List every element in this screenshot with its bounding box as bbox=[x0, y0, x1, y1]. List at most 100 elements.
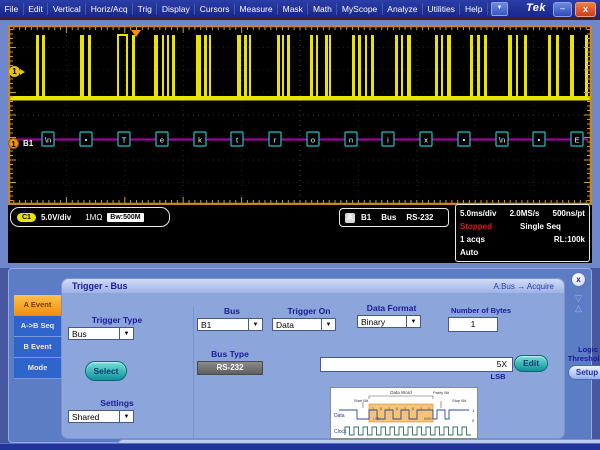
close-icon: x bbox=[583, 4, 588, 14]
trigger-position-marker[interactable] bbox=[131, 30, 141, 37]
acq-state: Stopped bbox=[460, 220, 492, 233]
scroll-down-icon[interactable]: ▽ bbox=[575, 293, 582, 303]
diagram-low-label: 0 bbox=[472, 418, 475, 423]
bus-readout[interactable]: A B1 Bus RS-232 bbox=[339, 208, 449, 227]
scroll-arrows[interactable]: ▽ △ bbox=[575, 293, 582, 313]
channel1-marker[interactable]: 1 bbox=[9, 66, 20, 77]
acq-mode: Single Seq bbox=[520, 220, 561, 233]
menu-item-trig[interactable]: Trig bbox=[133, 3, 157, 15]
dialog-tabs: A EventA->B SeqB EventMode bbox=[14, 295, 61, 379]
data-word-label: Data Word bbox=[390, 390, 412, 395]
data-word-bracket bbox=[369, 396, 433, 399]
acq-count: 1 acqs bbox=[460, 233, 485, 246]
bus-decoded-char: • bbox=[80, 132, 92, 146]
menu-item-measure[interactable]: Measure bbox=[235, 3, 278, 15]
tab-mode[interactable]: Mode bbox=[14, 358, 61, 379]
dialog-context-path: A:Bus → Acquire bbox=[494, 282, 554, 291]
start-bit-label: Start Bit bbox=[354, 398, 369, 403]
divider bbox=[193, 307, 194, 439]
diagram-high-label: 1 bbox=[472, 408, 475, 413]
tab-aevent[interactable]: A Event bbox=[14, 295, 61, 316]
menu-item-help[interactable]: Help bbox=[460, 3, 487, 15]
menu-item-utilities[interactable]: Utilities bbox=[423, 3, 460, 15]
select-button[interactable]: Select bbox=[85, 361, 127, 381]
pattern-field[interactable]: 5X bbox=[320, 357, 513, 372]
clock-waveform bbox=[345, 427, 471, 435]
edit-button[interactable]: Edit bbox=[514, 355, 548, 372]
parity-bit-label: Parity Bit bbox=[433, 390, 450, 395]
chevron-down-icon: ▼ bbox=[249, 318, 263, 331]
trigger-type-dropdown[interactable]: Bus ▼ bbox=[68, 327, 134, 340]
channel1-readout[interactable]: C1 5.0V/div 1MΩ Bw:500M bbox=[10, 207, 170, 227]
timebase: 5.0ms/div bbox=[460, 207, 496, 220]
setup-button[interactable]: Setup bbox=[568, 365, 600, 380]
oscilloscope-screen: FileEditVerticalHoriz/AcqTrigDisplayCurs… bbox=[0, 0, 600, 450]
close-button[interactable]: x bbox=[575, 2, 596, 17]
menu-item-mask[interactable]: Mask bbox=[278, 3, 308, 15]
bus-decoded-char: • bbox=[533, 132, 545, 146]
trigger-on-value: Data bbox=[272, 318, 322, 331]
data-format-dropdown[interactable]: Binary ▼ bbox=[357, 315, 421, 328]
dialog-titlebar: Trigger - Bus A:Bus → Acquire bbox=[62, 279, 564, 293]
bus-decoded-char: i bbox=[382, 132, 394, 146]
trigger-on-dropdown[interactable]: Data ▼ bbox=[272, 318, 336, 331]
trigger-type-value: Bus bbox=[68, 327, 120, 340]
scroll-up-icon[interactable]: △ bbox=[575, 303, 582, 313]
logic-label: Logic bbox=[558, 345, 600, 354]
menu-item-file[interactable]: File bbox=[0, 3, 24, 15]
dialog-close-button[interactable]: x bbox=[571, 272, 586, 287]
tab-bevent[interactable]: B Event bbox=[14, 337, 61, 358]
menu-item-cursors[interactable]: Cursors bbox=[195, 3, 235, 15]
bus-label: Bus bbox=[197, 306, 267, 316]
trigger-type-label: Trigger Type bbox=[72, 315, 162, 325]
acquisition-readout[interactable]: 5.0ms/div 2.0MS/s 500ns/pt Stopped Singl… bbox=[455, 204, 590, 262]
tab-abseq[interactable]: A->B Seq bbox=[14, 316, 61, 337]
svg-text:e: e bbox=[160, 136, 164, 145]
bottom-strip bbox=[0, 443, 600, 450]
menu-item-vertical[interactable]: Vertical bbox=[48, 3, 86, 15]
svg-text:E: E bbox=[574, 136, 579, 145]
settings-label: Settings bbox=[72, 398, 162, 408]
chevron-down-icon: ▼ bbox=[120, 327, 134, 340]
settings-value: Shared bbox=[68, 410, 120, 423]
bus-decoded-char: e bbox=[156, 132, 168, 146]
chevron-down-icon: ▼ bbox=[322, 318, 336, 331]
menu-item-math[interactable]: Math bbox=[308, 3, 337, 15]
minimize-button[interactable]: – bbox=[553, 2, 572, 17]
dialog-title: Trigger - Bus bbox=[72, 281, 128, 291]
menu-item-myscope[interactable]: MyScope bbox=[337, 3, 382, 15]
resolution: 500ns/pt bbox=[553, 207, 585, 220]
menu-item-horizacq[interactable]: Horiz/Acq bbox=[86, 3, 133, 15]
menu-overflow-button[interactable]: ▼ bbox=[491, 2, 508, 16]
bus-decoded-char: • bbox=[458, 132, 470, 146]
menu-item-display[interactable]: Display bbox=[157, 3, 195, 15]
settings-dropdown[interactable]: Shared ▼ bbox=[68, 410, 134, 423]
svg-text:•: • bbox=[463, 136, 466, 145]
trigger-on-label: Trigger On bbox=[274, 306, 344, 316]
bus-type-value: RS-232 bbox=[197, 361, 263, 375]
bus-decoded-char: x bbox=[420, 132, 432, 146]
bus-decoded-char: k bbox=[194, 132, 206, 146]
data-format-label: Data Format bbox=[354, 303, 429, 313]
bus-decoded-char: n bbox=[345, 132, 357, 146]
bus-marker[interactable]: 1 bbox=[8, 138, 19, 149]
trigger-mode: Auto bbox=[460, 246, 478, 259]
chevron-down-icon: ▼ bbox=[120, 410, 134, 423]
svg-text:\n: \n bbox=[499, 136, 505, 145]
bus-type-label: Bus Type bbox=[197, 349, 263, 359]
num-bytes-input[interactable]: 1 bbox=[448, 317, 498, 332]
chevron-down-icon: ▼ bbox=[496, 5, 502, 11]
bus-dropdown[interactable]: B1 ▼ bbox=[197, 318, 263, 331]
lsb-label: LSB bbox=[486, 372, 510, 381]
menu-item-edit[interactable]: Edit bbox=[24, 3, 49, 15]
dialog-panel: Trigger - Bus A:Bus → Acquire Trigger Ty… bbox=[61, 278, 565, 439]
bus-decoded-char: E bbox=[571, 132, 583, 146]
svg-text:•: • bbox=[538, 136, 541, 145]
menu-item-analyze[interactable]: Analyze bbox=[383, 3, 423, 15]
bus-decoded-char: o bbox=[307, 132, 319, 146]
scope-display: \n•Tektronix•\n•E 1 1 B1 C1 5.0V/div 1MΩ… bbox=[0, 20, 600, 268]
rs232-word-diagram: Data Clock Start Bit Data Word Parity Bi… bbox=[330, 387, 478, 439]
menubar: FileEditVerticalHoriz/AcqTrigDisplayCurs… bbox=[0, 0, 600, 18]
close-icon: x bbox=[576, 275, 580, 284]
stop-bit-label: Stop Bit bbox=[452, 398, 467, 403]
